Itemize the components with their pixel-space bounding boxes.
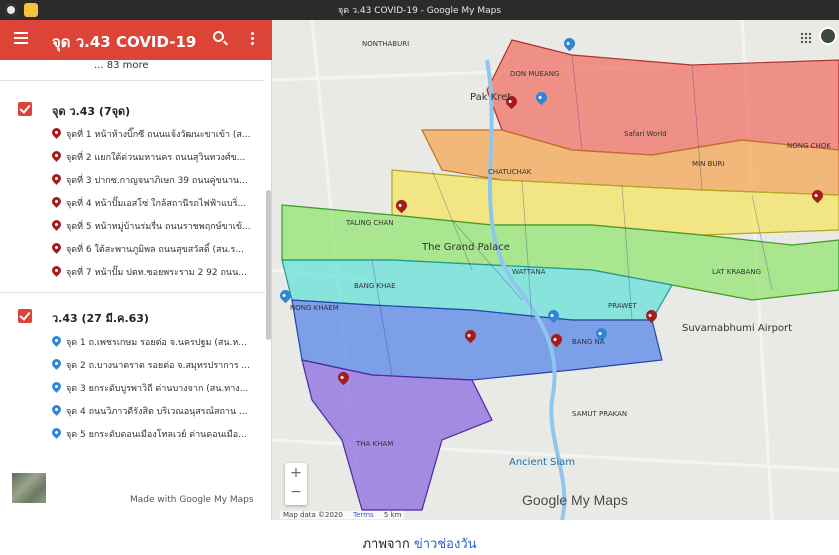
red-pin-icon (50, 218, 63, 231)
place-label: PRAWET (608, 302, 637, 310)
place-label: LAT KRABANG (712, 268, 762, 276)
place-label: NONG KHAEM (290, 304, 339, 312)
list-item[interactable]: จุดที่ 2 แยกใต้ด่วนมหานคร ถนนสุวินทวงศ์ข… (50, 149, 262, 166)
place-label: Pak Kret (470, 92, 512, 103)
red-pin-icon (50, 241, 63, 254)
side-panel: จุด ว.43 COVID-19 ... 83 more จุด ว.43 (… (0, 20, 272, 520)
search-icon[interactable] (213, 31, 224, 42)
list-item-label: จุดที่ 2 แยกใต้ด่วนมหานคร ถนนสุวินทวงศ์ข… (66, 153, 246, 163)
window-title: จุด ว.43 COVID-19 - Google My Maps (337, 6, 502, 16)
panel-header: จุด ว.43 COVID-19 (0, 20, 272, 60)
avatar[interactable] (819, 27, 837, 45)
list-item[interactable]: จุด 1 ถ.เพชรเกษม รอยต่อ จ.นครปฐม (สน.ห..… (50, 334, 262, 351)
list-item[interactable]: จุด 4 ถนนวิภาวดีรังสิต บริเวณอนุสรณ์สถาน… (50, 403, 262, 420)
place-label: Suvarnabhumi Airport (682, 323, 793, 334)
layer-1-checkbox[interactable] (18, 102, 32, 116)
zoom-out-button[interactable]: − (285, 484, 307, 500)
list-item-label: จุดที่ 6 ใต้สะพานภูมิพล ถนนสุขสวัสดิ์ (ส… (66, 245, 244, 255)
place-label: The Grand Palace (422, 242, 510, 253)
place-label: CHATUCHAK (488, 168, 532, 176)
red-pin-icon (50, 126, 63, 139)
place-label: WATTANA (512, 268, 546, 276)
blue-pin-icon (50, 357, 63, 370)
place-label: BANG KHAE (354, 282, 396, 290)
scale-label[interactable]: 5 km (384, 511, 402, 519)
list-item-label: จุดที่ 1 หน้าห้างบิ๊กซี ถนนแจ้งวัฒนะขาเข… (66, 130, 251, 140)
screen: จุด ว.43 COVID-19 - Google My Maps จุด ว… (0, 0, 839, 555)
place-label: DON MUEANG (510, 70, 560, 78)
map-title[interactable]: จุด ว.43 COVID-19 (52, 30, 196, 54)
list-item[interactable]: จุดที่ 3 ปากซ.กาญจนาภิเษก 39 ถนนคู่ขนาน.… (50, 172, 262, 189)
place-label: NONTHABURI (362, 40, 410, 48)
menu-icon[interactable] (14, 32, 28, 34)
list-item[interactable]: จุดที่ 6 ใต้สะพานภูมิพล ถนนสุขสวัสดิ์ (ส… (50, 241, 262, 258)
divider (0, 80, 265, 81)
red-pin-icon (50, 172, 63, 185)
caption-source-link[interactable]: ข่าวช่องวัน (414, 537, 477, 552)
made-with-label: Made with Google My Maps (130, 495, 254, 505)
more-options-icon[interactable] (251, 32, 254, 35)
list-item-label: จุด 1 ถ.เพชรเกษม รอยต่อ จ.นครปฐม (สน.ห..… (66, 338, 247, 348)
zoom-control: + − (285, 463, 307, 505)
place-label: TALING CHAN (346, 219, 394, 227)
more-items-link[interactable]: ... 83 more (94, 60, 149, 71)
list-item[interactable]: จุดที่ 1 หน้าห้างบิ๊กซี ถนนแจ้งวัฒนะขาเข… (50, 126, 262, 143)
place-label: BANG NA (572, 338, 605, 346)
google-my-maps-logo: Google My Maps (522, 492, 628, 508)
list-item[interactable]: จุดที่ 4 หน้าปั๊มเอสโซ่ ใกล้สถานีรถไฟฟ้า… (50, 195, 262, 212)
apps-grid-icon[interactable] (800, 32, 812, 44)
place-label: MIN BURI (692, 160, 725, 168)
red-pin-icon (50, 264, 63, 277)
place-label: Ancient Siam (509, 457, 576, 468)
list-item-label: จุด 5 ยกระดับดอนเมืองโทลเวย์ ด่านดอนเมือ… (66, 430, 247, 440)
blue-pin-icon (50, 334, 63, 347)
list-item-label: จุด 4 ถนนวิภาวดีรังสิต บริเวณอนุสรณ์สถาน… (66, 407, 248, 417)
list-item[interactable]: จุด 2 ถ.บางนาตราด รอยต่อ จ.สมุทรปราการ .… (50, 357, 262, 374)
red-pin-icon (50, 149, 63, 162)
basemap-thumbnail[interactable] (12, 473, 46, 503)
list-item-label: จุดที่ 4 หน้าปั๊มเอสโซ่ ใกล้สถานีรถไฟฟ้า… (66, 199, 247, 209)
list-item-label: จุดที่ 5 หน้าหมู่บ้านร่มรื่น ถนนราชพฤกษ์… (66, 222, 251, 232)
layer-2-checkbox[interactable] (18, 309, 32, 323)
caption: ภาพจาก ข่าวช่องวัน (0, 533, 839, 554)
list-item-label: จุด 3 ยกระดับบูรพาวิถี ด่านบางจาก (สน.ทา… (66, 384, 249, 394)
layer-header-2: ว.43 (27 มี.ค.63) (0, 305, 265, 329)
place-label: SAMUT PRAKAN (572, 410, 628, 418)
list-item[interactable]: จุด 5 ยกระดับดอนเมืองโทลเวย์ ด่านดอนเมือ… (50, 426, 262, 443)
zoom-in-button[interactable]: + (285, 465, 307, 481)
caption-prefix: ภาพจาก (362, 537, 410, 552)
layer-1-name[interactable]: จุด ว.43 (7จุด) (52, 102, 130, 120)
district-purple (301, 359, 493, 511)
list-item[interactable]: จุด 3 ยกระดับบูรพาวิถี ด่านบางจาก (สน.ทา… (50, 380, 262, 397)
layer-header-1: จุด ว.43 (7จุด) (0, 98, 265, 122)
map-canvas[interactable]: DON MUEANG Pak Kret Safari World MIN BUR… (272, 20, 839, 520)
red-pin-icon (50, 195, 63, 208)
map-attribution: Map data ©2020 Terms 5 km (280, 511, 405, 519)
list-item-label: จุดที่ 7 หน้าปั๊ม ปตท.ซอยพระราม 2 92 ถนน… (66, 268, 247, 278)
blue-pin-icon (50, 403, 63, 416)
panel-scrollbar[interactable] (266, 190, 271, 340)
window-titlebar: จุด ว.43 COVID-19 - Google My Maps (0, 0, 839, 20)
terms-link[interactable]: Terms (353, 511, 374, 519)
place-label: Safari World (624, 130, 667, 138)
list-item-label: จุดที่ 3 ปากซ.กาญจนาภิเษก 39 ถนนคู่ขนาน.… (66, 176, 248, 186)
list-item-label: จุด 2 ถ.บางนาตราด รอยต่อ จ.สมุทรปราการ .… (66, 361, 251, 371)
place-label: THA KHAM (356, 440, 394, 448)
layer-2-name[interactable]: ว.43 (27 มี.ค.63) (52, 309, 149, 327)
list-item[interactable]: จุดที่ 5 หน้าหมู่บ้านร่มรื่น ถนนราชพฤกษ์… (50, 218, 262, 235)
blue-pin-icon (50, 380, 63, 393)
attribution-text: Map data ©2020 (283, 511, 343, 519)
list-item[interactable]: จุดที่ 7 หน้าปั๊ม ปตท.ซอยพระราม 2 92 ถนน… (50, 264, 262, 281)
blue-pin-icon (50, 426, 63, 439)
divider (0, 292, 265, 293)
place-label: NONG CHOK (787, 142, 831, 150)
